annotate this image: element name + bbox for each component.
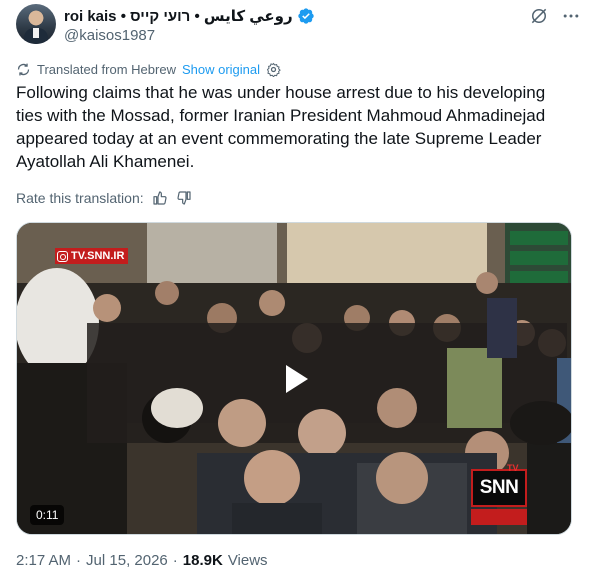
video-media[interactable]: TV.SNN.IR 0:11 SNN TV (16, 222, 572, 535)
tweet-header: roi kais • روعي كايس • רועי קייס @kaisos… (16, 4, 584, 48)
translated-from-label: Translated from Hebrew (37, 61, 176, 77)
verified-badge-icon (297, 8, 314, 24)
snn-logo-tv: TV (507, 463, 519, 473)
views-label: Views (227, 552, 268, 569)
video-duration: 0:11 (30, 505, 65, 525)
meta-separator: · (76, 552, 82, 569)
show-original-link[interactable]: Show original (182, 62, 260, 77)
instagram-icon (57, 250, 68, 262)
translation-notice: Translated from Hebrew Show original (16, 60, 281, 78)
play-icon[interactable] (275, 359, 315, 399)
thumbs-up-icon[interactable] (152, 190, 168, 206)
snn-logo-banner (471, 509, 527, 525)
name-row: roi kais • روعي كايس • רועי קייס (64, 6, 315, 26)
meta-separator: · (172, 552, 178, 569)
more-options-icon[interactable] (561, 6, 581, 26)
rate-translation: Rate this translation: (16, 189, 192, 207)
tweet-date[interactable]: Jul 15, 2026 (86, 552, 168, 569)
views-count: 18.9K (182, 552, 223, 569)
gear-icon[interactable] (266, 62, 281, 77)
avatar-collar (33, 28, 39, 38)
tv-snn-watermark: TV.SNN.IR (55, 248, 129, 264)
grok-icon[interactable] (529, 6, 549, 26)
snn-logo: SNN TV (471, 463, 527, 527)
thumbs-down-icon[interactable] (176, 190, 192, 206)
snn-logo-text: SNN (471, 469, 527, 507)
avatar[interactable] (16, 4, 56, 44)
tweet-meta: 2:17 AM · Jul 15, 2026 · 18.9K Views (16, 552, 268, 569)
translate-icon (17, 63, 30, 75)
tweet-text: Following claims that he was under house… (16, 83, 546, 171)
handle[interactable]: @kaisos1987 (64, 27, 155, 44)
tweet-time[interactable]: 2:17 AM (16, 552, 71, 569)
watermark-text: TV.SNN.IR (71, 250, 125, 262)
rate-translation-label: Rate this translation: (16, 190, 144, 206)
display-name[interactable]: roi kais • روعي كايس • רועי קייס (64, 7, 293, 25)
